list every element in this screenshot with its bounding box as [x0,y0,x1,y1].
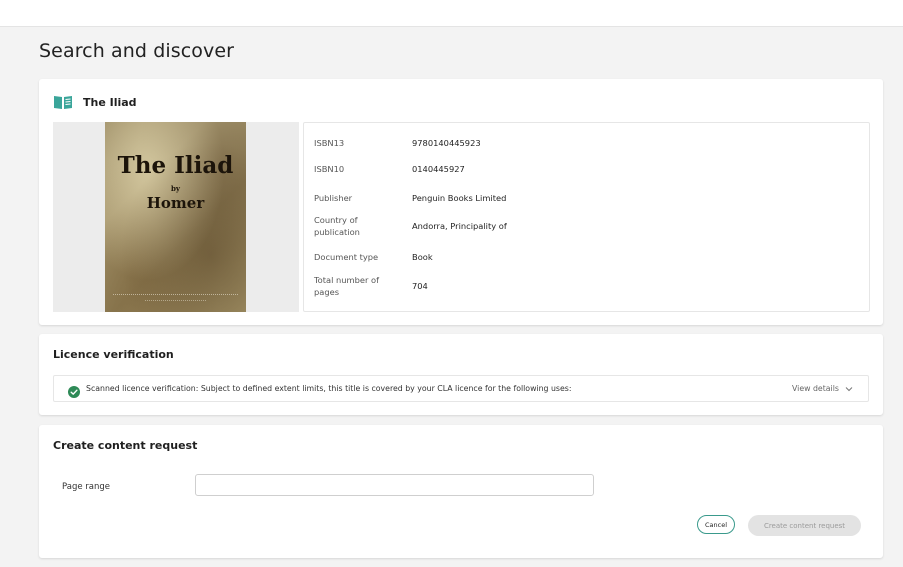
detail-row-document-type: Document type Book [304,249,869,265]
licence-verification-row[interactable]: Scanned licence verification: Subject to… [53,375,869,402]
book-details-table: ISBN13 9780140445923 ISBN10 0140445927 P… [303,122,870,312]
top-bar [0,0,903,27]
detail-row-isbn13: ISBN13 9780140445923 [304,135,869,151]
detail-label: Publisher [314,193,353,203]
detail-label: ISBN13 [314,138,345,148]
licence-message: Scanned licence verification: Subject to… [86,384,572,393]
detail-label: Total number of pages [314,275,380,297]
book-card: The Iliad The Iliad by Homer ISBN13 9780… [39,79,883,325]
view-details-label: View details [792,384,839,393]
book-title: The Iliad [83,95,137,109]
cover-fine-print [145,300,206,303]
licence-section-title: Licence verification [53,348,174,361]
detail-row-publisher: Publisher Penguin Books Limited [304,190,869,206]
page-range-label: Page range [62,482,110,492]
page-title: Search and discover [39,40,235,62]
cover-panel: The Iliad by Homer [53,122,299,312]
detail-label: Country of publication [314,215,360,237]
detail-row-total-pages: Total number of pages 704 [304,273,869,299]
detail-value: 704 [412,281,428,291]
detail-value: Book [412,252,433,262]
detail-row-isbn10: ISBN10 0140445927 [304,161,869,177]
chevron-down-icon [846,387,853,392]
open-book-icon [53,94,73,110]
book-cover-image: The Iliad by Homer [105,122,246,312]
page-range-input[interactable] [195,474,594,496]
cover-fine-print [113,294,238,297]
check-circle-icon [68,383,80,398]
view-details-toggle[interactable]: View details [792,384,853,393]
create-content-request-button[interactable]: Create content request [748,515,861,536]
request-section-title: Create content request [53,439,198,452]
detail-label: ISBN10 [314,164,345,174]
detail-value: Penguin Books Limited [412,193,507,203]
cancel-button[interactable]: Cancel [697,515,735,534]
content-request-card: Create content request Page range Cancel… [39,425,883,558]
detail-value: Andorra, Principality of [412,221,507,231]
book-header: The Iliad [53,93,137,111]
licence-card: Licence verification Scanned licence ver… [39,334,883,415]
detail-row-country: Country of publication Andorra, Principa… [304,213,869,239]
cover-by: by [171,184,180,193]
detail-value: 9780140445923 [412,138,481,148]
detail-label: Document type [314,252,379,262]
cover-author: Homer [146,194,205,212]
cover-title: The Iliad [117,152,234,179]
detail-value: 0140445927 [412,164,465,174]
